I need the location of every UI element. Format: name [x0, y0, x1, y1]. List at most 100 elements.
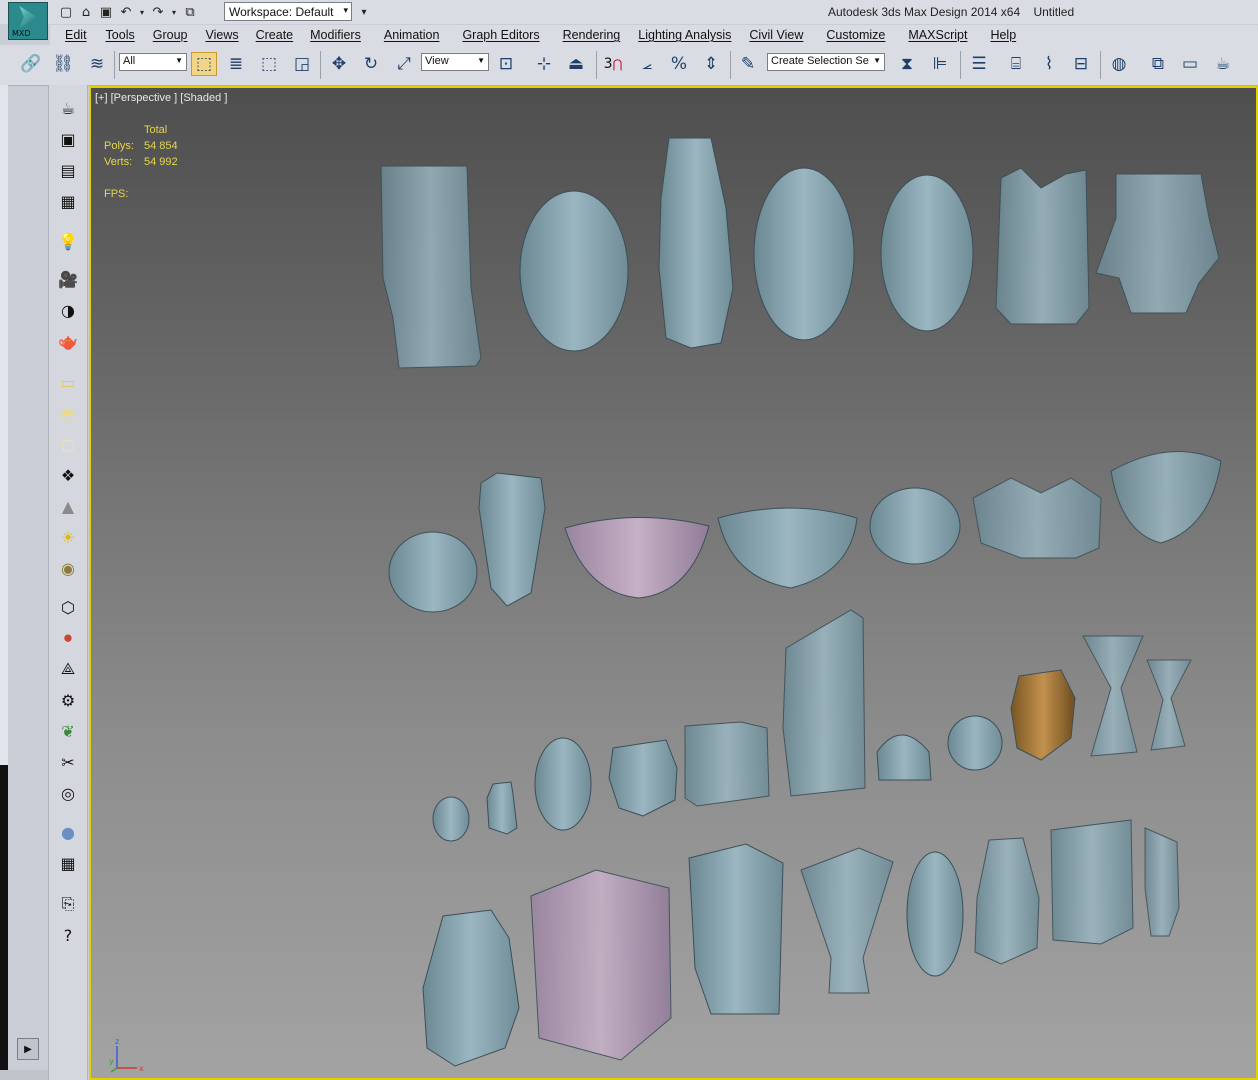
project-folder-icon[interactable]: ⧉: [182, 4, 198, 20]
menu-tools[interactable]: Tools: [106, 25, 135, 45]
grid-helper-icon[interactable]: ⬡: [55, 594, 81, 620]
mirror-icon[interactable]: ⧗: [894, 52, 920, 76]
curve-editor-icon[interactable]: ⌇: [1036, 52, 1062, 76]
select-manipulate-icon[interactable]: ⊹: [531, 52, 557, 76]
chevron-down-icon: ▼: [175, 56, 183, 65]
menu-group[interactable]: Group: [153, 25, 188, 45]
plane-icon[interactable]: ▭: [55, 369, 81, 395]
layer-manager-icon[interactable]: ☰: [966, 52, 992, 76]
viewport-label[interactable]: [+] [Perspective ] [Shaded ]: [95, 92, 227, 104]
menu-lighting-analysis[interactable]: Lighting Analysis: [638, 25, 731, 45]
rectangular-selection-icon[interactable]: ⬚: [256, 52, 282, 76]
schematic-view-icon[interactable]: ⊟: [1068, 52, 1094, 76]
percent-snap-icon[interactable]: %: [666, 52, 692, 76]
menu-graph-editors[interactable]: Graph Editors: [462, 25, 539, 45]
workspace-dropdown[interactable]: Workspace: Default ▾: [224, 2, 352, 21]
menu-animation[interactable]: Animation: [384, 25, 440, 45]
lightbulb-icon[interactable]: 💡: [55, 228, 81, 254]
play-button[interactable]: ▶: [17, 1038, 39, 1060]
particle-icon[interactable]: ⚫: [55, 625, 81, 651]
vase-21: [530, 869, 672, 1061]
selection-filter-dropdown[interactable]: All ▼: [119, 53, 187, 71]
motion-icon[interactable]: ▦: [55, 188, 81, 214]
redo-dropdown-icon[interactable]: ▾: [170, 4, 178, 20]
vase-07: [1095, 173, 1220, 314]
import-icon[interactable]: ⎘: [55, 891, 81, 917]
select-and-move-icon[interactable]: ✥: [326, 52, 352, 76]
menu-views[interactable]: Views: [205, 25, 238, 45]
menu-help[interactable]: Help: [990, 25, 1016, 45]
gear-icon[interactable]: ⚙: [55, 687, 81, 713]
undo-dropdown-icon[interactable]: ▾: [138, 4, 146, 20]
bind-space-warp-icon[interactable]: ≋: [84, 52, 110, 76]
material-sphere-icon[interactable]: ●: [55, 819, 81, 845]
geosphere-icon[interactable]: ❖: [55, 462, 81, 488]
hair-fur-icon[interactable]: ✂: [55, 749, 81, 775]
hemisphere-icon[interactable]: ◓: [55, 400, 81, 426]
vase-08: [478, 472, 546, 607]
menu-civil-view[interactable]: Civil View: [749, 25, 803, 45]
main-toolbar: 🔗 ⛓ ≋ All ▼ ⬚ ≣ ⬚ ◲ ✥ ↻ ⤢ View ▼ ⊡ ⊹ ⏏ 3 ⋂ …: [0, 45, 1258, 86]
rendered-frame-window-icon[interactable]: ▭: [1177, 52, 1203, 76]
chevron-down-icon: ▼: [477, 56, 485, 65]
help-icon[interactable]: ?: [55, 922, 81, 948]
daylight-icon[interactable]: ◉: [55, 555, 81, 581]
angle-snap-icon[interactable]: ⦟: [634, 52, 660, 76]
tape-helper-icon[interactable]: ⟁: [55, 656, 81, 682]
menu-customize[interactable]: Customize: [826, 25, 885, 45]
vase-06: [995, 167, 1090, 325]
application-button[interactable]: MXD: [8, 2, 48, 40]
reference-coordinate-dropdown[interactable]: View ▼: [421, 53, 489, 71]
menu-edit[interactable]: Edit: [65, 25, 87, 45]
select-and-scale-icon[interactable]: ⤢: [391, 52, 417, 76]
reference-coord-value: View: [425, 55, 449, 67]
edit-named-selection-icon[interactable]: ✎: [735, 52, 761, 76]
menu-maxscript[interactable]: MAXScript: [908, 25, 967, 45]
modify-icon[interactable]: ▣: [55, 126, 81, 152]
sphere-icon[interactable]: ○: [55, 431, 81, 457]
menu-create[interactable]: Create: [256, 25, 294, 45]
hierarchy-icon[interactable]: ▤: [55, 157, 81, 183]
select-by-name-icon[interactable]: ≣: [223, 52, 249, 76]
menu-rendering[interactable]: Rendering: [563, 25, 621, 45]
material-grid-icon[interactable]: ▦: [55, 850, 81, 876]
named-selection-dropdown[interactable]: Create Selection Se ▼: [767, 53, 885, 71]
pivot-center-icon[interactable]: ⊡: [493, 52, 519, 76]
redo-icon[interactable]: ↷: [150, 4, 166, 20]
cloth-icon[interactable]: ◎: [55, 780, 81, 806]
select-and-rotate-icon[interactable]: ↻: [358, 52, 384, 76]
scene-explorer-icon[interactable]: ⌸: [1003, 52, 1029, 76]
open-file-icon[interactable]: ⌂: [78, 4, 94, 20]
select-object-icon[interactable]: ⬚: [191, 52, 217, 76]
verts-label: Verts:: [104, 156, 133, 168]
window-crossing-icon[interactable]: ◲: [289, 52, 315, 76]
render-production-icon[interactable]: ☕: [1210, 52, 1236, 76]
snap-label: 3: [603, 56, 613, 72]
vase-10: [486, 781, 518, 835]
sun-icon[interactable]: ☀: [55, 524, 81, 550]
menu-modifiers[interactable]: Modifiers: [310, 25, 361, 45]
camera-icon[interactable]: 🎥: [55, 266, 81, 292]
workspace-value: Workspace: Default: [229, 5, 334, 19]
teapot-create-icon[interactable]: ☕: [55, 95, 81, 121]
quick-access-toolbar: ▢ ⌂ ▣ ↶ ▾ ↷ ▾ ⧉: [58, 3, 198, 21]
render-icon[interactable]: ◑: [55, 297, 81, 323]
foliage-icon[interactable]: ❦: [55, 718, 81, 744]
keyboard-shortcut-override-icon[interactable]: ⏏: [563, 52, 589, 76]
x-label: x: [139, 1064, 144, 1073]
spinner-snap-icon[interactable]: ⇕: [698, 52, 724, 76]
material-editor-icon[interactable]: ◍: [1106, 52, 1132, 76]
teapot-render-icon[interactable]: 🫖: [55, 328, 81, 354]
customize-qat-icon[interactable]: ▾: [356, 4, 372, 20]
new-file-icon[interactable]: ▢: [58, 4, 74, 20]
align-icon[interactable]: ⊫: [927, 52, 953, 76]
unlink-icon[interactable]: ⛓: [50, 52, 76, 76]
perspective-viewport[interactable]: [+] [Perspective ] [Shaded ] Total Polys…: [89, 86, 1258, 1080]
save-icon[interactable]: ▣: [98, 4, 114, 20]
bottom-corner: [0, 1070, 48, 1080]
link-icon[interactable]: 🔗: [18, 52, 44, 76]
render-setup-icon[interactable]: ⧉: [1145, 52, 1171, 76]
undo-icon[interactable]: ↶: [118, 4, 134, 20]
snaps-toggle-icon[interactable]: 3 ⋂: [600, 52, 626, 76]
cone-icon[interactable]: ▲: [55, 493, 81, 519]
